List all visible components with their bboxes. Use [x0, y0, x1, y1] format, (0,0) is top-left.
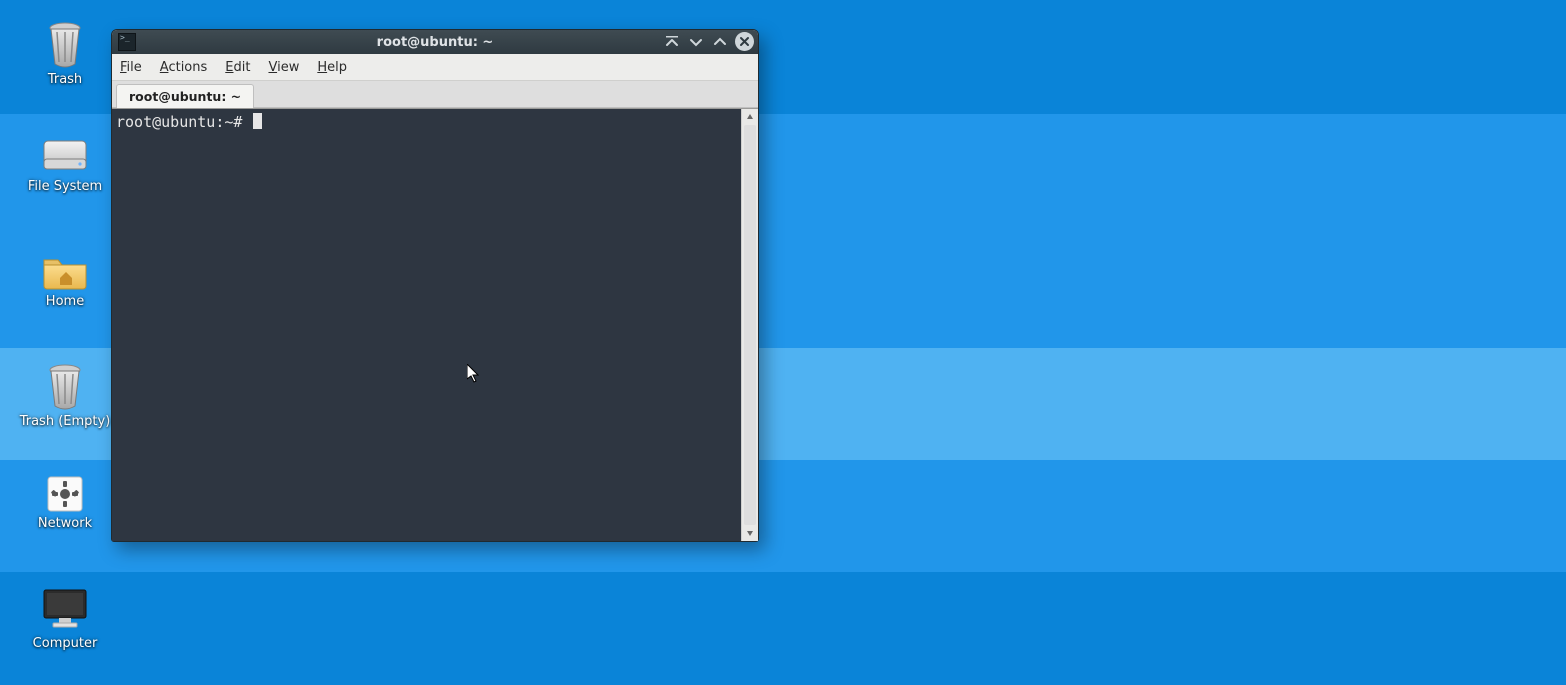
trash-icon: [43, 20, 87, 68]
terminal-cursor: [253, 113, 262, 129]
desktop-icon-trash-empty[interactable]: Trash (Empty): [10, 362, 120, 429]
maximize-button[interactable]: [711, 33, 729, 51]
trash-icon: [43, 362, 87, 410]
folder-home-icon: [40, 248, 90, 290]
desktop-icon-label: Trash: [10, 72, 120, 87]
terminal-app-icon: [118, 33, 136, 51]
drive-icon: [40, 135, 90, 175]
window-title: root@ubuntu: ~: [112, 35, 758, 50]
desktop-icon-file-system[interactable]: File System: [10, 135, 120, 194]
terminal-tab[interactable]: root@ubuntu: ~: [116, 84, 254, 108]
settings-icon: [47, 476, 83, 512]
desktop-icon-label: Home: [10, 294, 120, 309]
terminal-output[interactable]: root@ubuntu:~#: [112, 109, 741, 541]
scrollbar[interactable]: [741, 109, 758, 541]
scroll-track[interactable]: [744, 125, 756, 525]
titlebar[interactable]: root@ubuntu: ~: [112, 30, 758, 54]
desktop-icon-trash[interactable]: Trash: [10, 20, 120, 87]
menubar: File Actions Edit View Help: [112, 54, 758, 81]
minimize-button[interactable]: [687, 33, 705, 51]
menu-actions[interactable]: Actions: [160, 60, 208, 75]
menu-edit[interactable]: Edit: [225, 60, 250, 75]
close-button[interactable]: [735, 32, 754, 51]
desktop-icon-label: Computer: [10, 636, 120, 651]
desktop-icon-computer[interactable]: Computer: [10, 586, 120, 651]
desktop-icon-label: Trash (Empty): [10, 414, 120, 429]
desktop-icon-label: File System: [10, 179, 120, 194]
menu-view[interactable]: View: [268, 60, 299, 75]
scroll-up-button[interactable]: [742, 109, 758, 125]
keep-above-button[interactable]: [663, 33, 681, 51]
monitor-icon: [39, 586, 91, 632]
menu-help[interactable]: Help: [317, 60, 347, 75]
desktop-icon-label: Network: [10, 516, 120, 531]
desktop-icon-network[interactable]: Network: [10, 476, 120, 531]
scroll-down-button[interactable]: [742, 525, 758, 541]
tab-strip: root@ubuntu: ~: [112, 81, 758, 108]
desktop[interactable]: Trash File System Home Trash (Empty) Net…: [0, 0, 1566, 685]
terminal-window[interactable]: root@ubuntu: ~ File Actions Edit Vi: [111, 29, 759, 542]
terminal-prompt: root@ubuntu:~#: [116, 113, 251, 131]
desktop-icon-home[interactable]: Home: [10, 248, 120, 309]
menu-file[interactable]: File: [120, 60, 142, 75]
